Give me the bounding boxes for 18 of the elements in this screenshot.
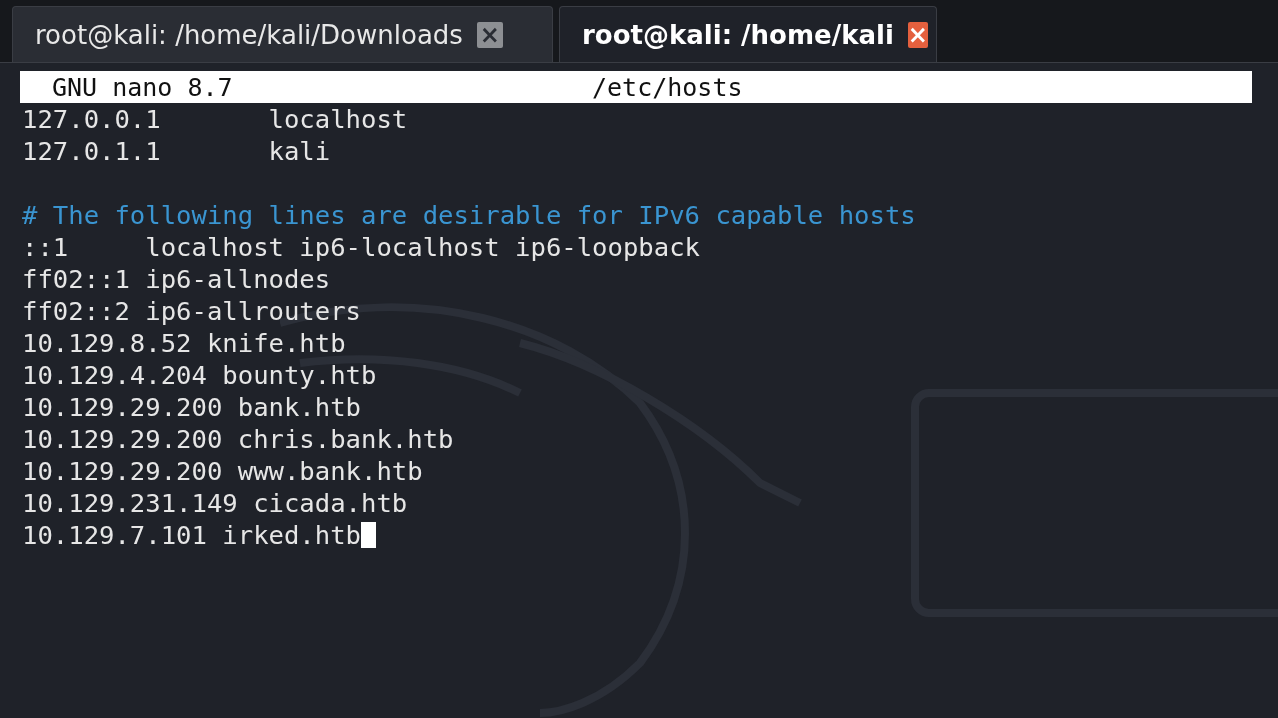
text-line: 10.129.8.52 knife.htb bbox=[22, 327, 346, 359]
text-line: 10.129.29.200 www.bank.htb bbox=[22, 455, 423, 487]
comment-line: # The following lines are desirable for IPv6 capable hosts bbox=[22, 199, 916, 231]
text-line: 10.129.7.101 irked.htb bbox=[22, 519, 361, 551]
text-line: 10.129.29.200 chris.bank.htb bbox=[22, 423, 454, 455]
text-line: 127.0.0.1 localhost bbox=[22, 103, 408, 135]
file-name: /etc/hosts bbox=[592, 72, 743, 102]
text-line: 10.129.231.149 cicada.htb bbox=[22, 487, 408, 519]
terminal-tab[interactable]: root@kali: /home/kali/Downloads × bbox=[12, 6, 553, 62]
app-version: GNU nano 8.7 bbox=[51, 72, 234, 102]
text-line: 10.129.4.204 bounty.htb bbox=[22, 359, 377, 391]
text-line: 10.129.29.200 bank.htb bbox=[22, 391, 361, 423]
text-line: ff02::1 ip6-allnodes bbox=[22, 263, 331, 295]
text-line: 127.0.1.1 kali bbox=[22, 135, 331, 167]
terminal-tab[interactable]: root@kali: /home/kali × bbox=[559, 6, 937, 62]
text-line: ::1 localhost ip6-localhost ip6-loopback bbox=[22, 231, 700, 263]
text-line: ff02::2 ip6-allrouters bbox=[22, 295, 361, 327]
close-button[interactable]: × bbox=[476, 21, 503, 48]
